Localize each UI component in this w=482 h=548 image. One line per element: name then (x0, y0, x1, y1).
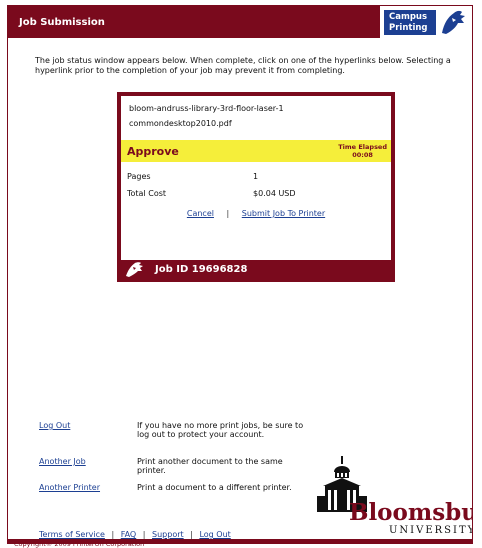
time-elapsed-value: 00:08 (352, 151, 373, 159)
link-separator: | (226, 209, 230, 218)
footer-separator: | (190, 530, 193, 539)
campus-printing-text: Campus Printing (384, 10, 436, 35)
job-id-band: Job ID 19696828 (121, 260, 391, 278)
campus-printing-logo: Campus Printing (380, 6, 472, 38)
footer-log-out-link[interactable]: Log Out (199, 530, 230, 539)
another-printer-description: Print a document to a different printer. (137, 483, 292, 492)
job-status-window: bloom-andruss-library-3rd-floor-laser-1 … (117, 92, 395, 282)
faq-link[interactable]: FAQ (121, 530, 137, 539)
document-name: commondesktop2010.pdf (129, 119, 232, 128)
cancel-link[interactable]: Cancel (187, 209, 214, 218)
status-label: Approve (127, 145, 179, 158)
support-link[interactable]: Support (152, 530, 184, 539)
university-subtitle: UNIVERSITY (389, 525, 473, 536)
time-elapsed-label: Time Elapsed (338, 143, 387, 151)
log-out-link[interactable]: Log Out (39, 421, 70, 430)
logo-line-2: Printing (389, 23, 428, 33)
another-printer-link[interactable]: Another Printer (39, 483, 100, 492)
pages-label: Pages (127, 172, 151, 181)
time-elapsed: Time Elapsed 00:08 (338, 143, 387, 159)
bloomsburg-university-logo: Bloomsburg UNIVERSITY (317, 456, 473, 536)
university-name: Bloomsburg (349, 499, 473, 526)
logo-line-1: Campus (389, 12, 428, 22)
job-actions: Cancel | Submit Job To Printer (121, 209, 391, 218)
husky-head-icon (442, 10, 465, 34)
footer-separator: | (111, 530, 115, 539)
terms-of-service-link[interactable]: Terms of Service (39, 530, 105, 539)
cost-label: Total Cost (127, 189, 167, 198)
log-out-description: If you have no more print jobs, be sure … (137, 421, 304, 439)
husky-head-icon (126, 262, 143, 277)
page-header: Job Submission Campus Printing (8, 6, 472, 38)
footer-separator: | (142, 530, 146, 539)
page-title: Job Submission (19, 17, 105, 28)
another-job-link[interactable]: Another Job (39, 457, 86, 466)
pages-value: 1 (253, 172, 259, 181)
printer-name: bloom-andruss-library-3rd-floor-laser-1 (129, 104, 284, 113)
page-frame: Job Submission Campus Printing The job s… (7, 5, 473, 544)
cost-value: $0.04 USD (253, 189, 296, 198)
intro-text: The job status window appears below. Whe… (35, 56, 451, 75)
another-job-description: Print another document to the same print… (137, 457, 283, 475)
copyright-text: Copyright© 2009 PrinterOn Corporation (14, 540, 145, 548)
job-id: Job ID 19696828 (155, 264, 248, 275)
submit-job-link[interactable]: Submit Job To Printer (242, 209, 325, 218)
footer-links: Terms of Service | FAQ | Support | Log O… (39, 530, 231, 539)
status-band: Approve Time Elapsed 00:08 (121, 140, 391, 162)
